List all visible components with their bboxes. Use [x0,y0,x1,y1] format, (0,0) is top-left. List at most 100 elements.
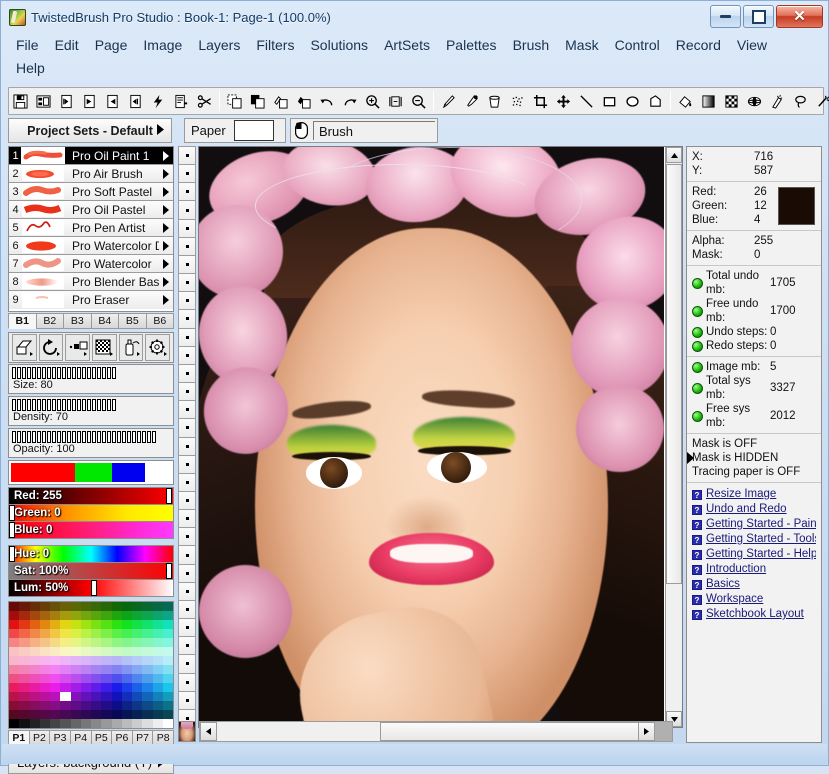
palette-swatch[interactable] [91,674,101,683]
palette-swatch[interactable] [142,710,152,719]
palette-swatch[interactable] [112,701,122,710]
palette-swatch[interactable] [9,701,19,710]
settings-gear-icon[interactable] [145,334,170,361]
palette-swatch[interactable] [142,647,152,656]
palette-swatch[interactable] [9,683,19,692]
spray-can-icon[interactable] [119,334,144,361]
palette-swatch[interactable] [50,719,60,728]
canvas-image[interactable] [199,147,664,727]
help-link-row[interactable]: ?Undo and Redo [692,502,816,517]
palette-swatch[interactable] [163,719,173,728]
help-link-row[interactable]: ?Getting Started - Help [692,547,816,562]
palette-swatch[interactable] [91,647,101,656]
help-link-resize-image[interactable]: Resize Image [706,487,776,502]
page-first-icon[interactable] [56,90,77,112]
palette-swatch[interactable] [71,620,81,629]
color-palette-grid[interactable] [8,601,174,729]
palette-swatch[interactable] [9,665,19,674]
project-sets-button[interactable]: Project Sets - Default [8,118,172,143]
palette-swatch[interactable] [40,692,50,701]
help-link-row[interactable]: ?Basics [692,577,816,592]
quick-slot[interactable] [178,654,196,672]
filmstrip-icon[interactable] [33,90,54,112]
zoom-out-icon[interactable] [408,90,429,112]
vertical-scroll-thumb[interactable] [666,164,682,584]
help-link-getting-started-tools[interactable]: Getting Started - Tools [706,532,816,547]
palette-swatch[interactable] [30,656,40,665]
menu-item-layers[interactable]: Layers [190,34,248,57]
brush-item-5[interactable]: 5 Pro Pen Artist [9,219,173,237]
quick-slot[interactable] [178,582,196,600]
palette-swatch[interactable] [112,683,122,692]
palette-swatch[interactable] [153,683,163,692]
chevron-right-icon[interactable] [159,169,173,179]
paper-selector[interactable]: Paper [184,118,286,143]
palette-swatch[interactable] [91,701,101,710]
palette-swatch[interactable] [19,638,29,647]
palette-swatch[interactable] [153,629,163,638]
quick-slot[interactable] [178,618,196,636]
palette-swatch[interactable] [122,656,132,665]
palette-swatch[interactable] [81,665,91,674]
palette-swatch[interactable] [101,710,111,719]
palette-swatch[interactable] [91,692,101,701]
chevron-right-icon[interactable] [159,277,173,287]
palette-swatch[interactable] [163,647,173,656]
sat-slider[interactable]: Sat: 100% [8,562,174,580]
palette-swatch[interactable] [153,620,163,629]
quick-slot[interactable] [178,346,196,364]
palette-swatch[interactable] [153,692,163,701]
palette-swatch[interactable] [163,620,173,629]
palette-swatch[interactable] [71,665,81,674]
palette-swatch[interactable] [40,674,50,683]
line-icon[interactable] [576,90,597,112]
palette-swatch[interactable] [71,611,81,620]
brush-item-3[interactable]: 3 Pro Soft Pastel [9,183,173,201]
color-swatch-green[interactable] [75,463,112,482]
chevron-right-icon[interactable] [159,223,173,233]
help-link-undo-redo[interactable]: Undo and Redo [706,502,787,517]
palette-swatch[interactable] [81,719,91,728]
palette-swatch[interactable] [132,674,142,683]
brush-item-7[interactable]: 7 Pro Watercolor [9,255,173,273]
quick-slot[interactable] [178,418,196,436]
color-swatch-blue[interactable] [112,463,146,482]
tab-b1[interactable]: B1 [8,313,36,329]
palette-swatch[interactable] [30,701,40,710]
lum-slider[interactable]: Lum: 50% [8,579,174,597]
palette-swatch[interactable] [91,638,101,647]
help-link-getting-started-help[interactable]: Getting Started - Help [706,547,816,562]
palette-swatch[interactable] [112,611,122,620]
checker-icon[interactable] [721,90,742,112]
brush-item-9[interactable]: 9 Pro Eraser [9,291,173,309]
blue-slider-knob[interactable] [9,522,15,538]
palette-swatch[interactable] [50,701,60,710]
palette-swatch[interactable] [60,710,70,719]
palette-swatch[interactable] [60,638,70,647]
help-link-row[interactable]: ?Getting Started - Painti [692,517,816,532]
quick-slot[interactable] [178,473,196,491]
palette-swatch[interactable] [142,620,152,629]
magic-wand-icon[interactable] [813,90,829,112]
palette-swatch[interactable] [112,638,122,647]
hue-slider-knob[interactable] [9,546,15,562]
cut-icon[interactable] [224,90,245,112]
palette-swatch[interactable] [40,701,50,710]
paper-swatch[interactable] [234,120,274,141]
palette-swatch[interactable] [112,629,122,638]
color-swatch-red[interactable] [11,463,75,482]
palette-swatch[interactable] [40,647,50,656]
palette-swatch[interactable] [50,674,60,683]
menu-item-page[interactable]: Page [87,34,136,57]
palette-swatch[interactable] [40,665,50,674]
palette-swatch[interactable] [71,710,81,719]
palette-swatch[interactable] [30,683,40,692]
palette-swatch[interactable] [101,656,111,665]
palette-swatch[interactable] [81,701,91,710]
palette-swatch[interactable] [60,620,70,629]
chevron-right-icon[interactable] [159,187,173,197]
palette-swatch[interactable] [40,629,50,638]
palette-swatch[interactable] [81,602,91,611]
palette-swatch[interactable] [122,620,132,629]
palette-swatch[interactable] [122,638,132,647]
